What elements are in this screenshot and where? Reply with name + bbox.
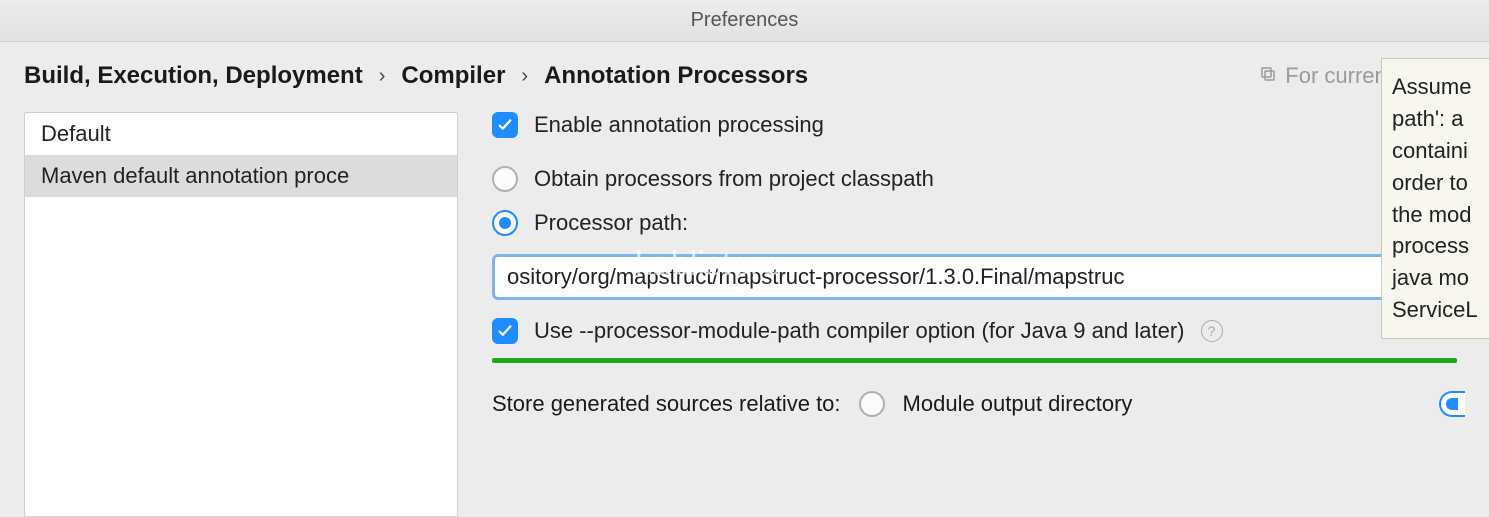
other-store-radio[interactable]	[1439, 391, 1465, 417]
profile-label: Maven default annotation proce	[41, 163, 349, 188]
processor-path-radio[interactable]	[492, 210, 518, 236]
highlight-underline	[492, 358, 1457, 363]
use-module-path-label: Use --processor-module-path compiler opt…	[534, 318, 1185, 344]
profile-label: Default	[41, 121, 111, 146]
window-titlebar: Preferences	[0, 0, 1489, 42]
chevron-right-icon: ›	[521, 65, 528, 88]
processor-path-label: Processor path:	[534, 210, 688, 236]
module-output-dir-radio[interactable]	[859, 391, 885, 417]
use-module-path-checkbox[interactable]	[492, 318, 518, 344]
breadcrumb-item[interactable]: Compiler	[401, 62, 505, 90]
obtain-classpath-label: Obtain processors from project classpath	[534, 166, 934, 192]
window-title: Preferences	[691, 9, 799, 32]
breadcrumb-item[interactable]: Build, Execution, Deployment	[24, 62, 363, 90]
chevron-right-icon: ›	[379, 65, 386, 88]
help-tooltip: Assume path': a containi order to the mo…	[1381, 58, 1489, 339]
help-icon[interactable]: ?	[1201, 320, 1223, 342]
copy-icon	[1259, 63, 1277, 89]
store-sources-label: Store generated sources relative to:	[492, 391, 841, 417]
enable-annotation-checkbox[interactable]	[492, 112, 518, 138]
profile-list[interactable]: Default Maven default annotation proce	[24, 112, 458, 517]
breadcrumb: Build, Execution, Deployment › Compiler …	[24, 62, 808, 90]
breadcrumb-item[interactable]: Annotation Processors	[544, 62, 808, 90]
enable-annotation-label: Enable annotation processing	[534, 112, 824, 138]
module-output-dir-label: Module output directory	[903, 391, 1133, 417]
processor-path-input[interactable]	[492, 254, 1452, 300]
profile-list-item[interactable]: Default	[25, 113, 457, 155]
obtain-classpath-radio[interactable]	[492, 166, 518, 192]
profile-list-item[interactable]: Maven default annotation proce	[25, 155, 457, 197]
